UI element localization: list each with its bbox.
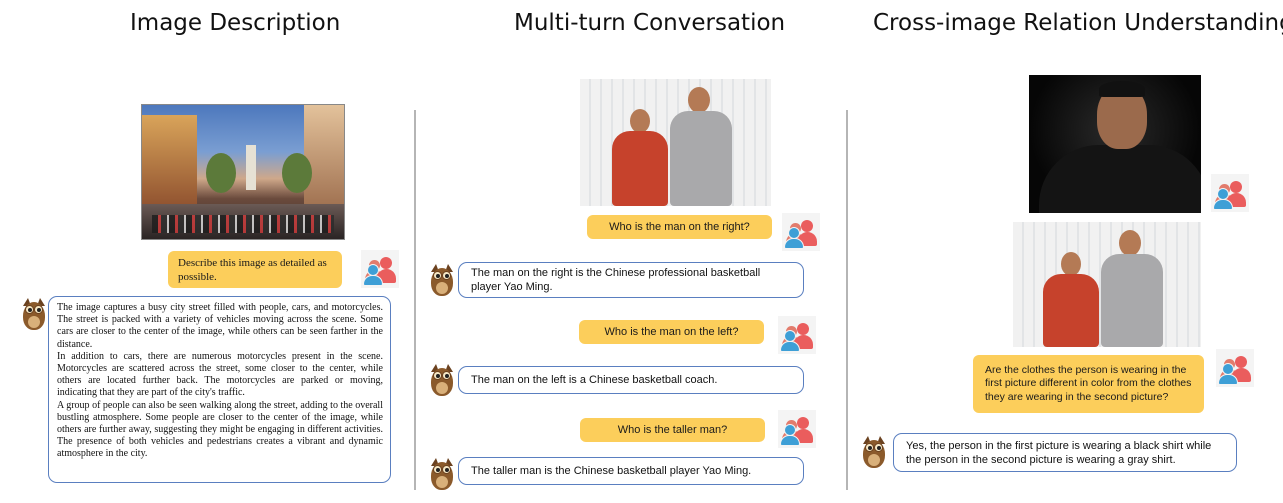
question-bubble: Describe this image as detailed as possi… bbox=[168, 251, 342, 288]
two-men-photo bbox=[1013, 222, 1201, 347]
answer-text: The man on the right is the Chinese prof… bbox=[471, 267, 761, 293]
user-group-icon bbox=[1216, 349, 1254, 387]
question-bubble: Who is the man on the left? bbox=[579, 320, 764, 344]
owl-icon bbox=[20, 296, 48, 332]
answer-text: The taller man is the Chinese basketball… bbox=[471, 465, 752, 477]
city-street-photo bbox=[141, 104, 345, 240]
column-divider bbox=[414, 110, 416, 490]
answer-text: Yes, the person in the first picture is … bbox=[906, 439, 1212, 466]
question-text: Who is the man on the left? bbox=[604, 326, 739, 338]
owl-icon bbox=[428, 362, 456, 398]
section-title-cross-image: Cross-image Relation Understanding bbox=[873, 10, 1283, 36]
answer-paragraph: In addition to cars, there are numerous … bbox=[57, 350, 383, 399]
answer-bubble: The man on the left is a Chinese basketb… bbox=[458, 366, 804, 394]
answer-bubble: The man on the right is the Chinese prof… bbox=[458, 262, 804, 298]
user-group-icon bbox=[361, 250, 399, 288]
two-men-photo bbox=[580, 79, 771, 206]
owl-icon bbox=[860, 434, 888, 470]
section-title-multi-turn: Multi-turn Conversation bbox=[514, 10, 786, 36]
answer-text: The man on the left is a Chinese basketb… bbox=[471, 374, 718, 386]
question-bubble: Who is the taller man? bbox=[580, 418, 765, 442]
user-group-icon bbox=[782, 213, 820, 251]
user-group-icon bbox=[1211, 174, 1249, 212]
column-divider bbox=[846, 110, 848, 490]
question-text: Who is the taller man? bbox=[617, 424, 728, 436]
answer-paragraph: A group of people can also be seen walki… bbox=[57, 399, 383, 460]
section-title-image-description: Image Description bbox=[130, 10, 341, 36]
owl-icon bbox=[428, 456, 456, 492]
answer-paragraph: The image captures a busy city street fi… bbox=[57, 302, 383, 350]
question-text: Are the clothes the person is wearing in… bbox=[985, 363, 1192, 403]
answer-bubble: The taller man is the Chinese basketball… bbox=[458, 457, 804, 485]
question-text: Who is the man on the right? bbox=[609, 221, 750, 233]
answer-bubble: The image captures a busy city street fi… bbox=[48, 296, 391, 483]
portrait-photo bbox=[1029, 75, 1201, 213]
user-group-icon bbox=[778, 410, 816, 448]
answer-bubble: Yes, the person in the first picture is … bbox=[893, 433, 1237, 472]
question-text: Describe this image as detailed as possi… bbox=[178, 256, 327, 283]
owl-icon bbox=[428, 262, 456, 298]
question-bubble: Who is the man on the right? bbox=[587, 215, 772, 239]
question-bubble: Are the clothes the person is wearing in… bbox=[973, 355, 1204, 413]
user-group-icon bbox=[778, 316, 816, 354]
